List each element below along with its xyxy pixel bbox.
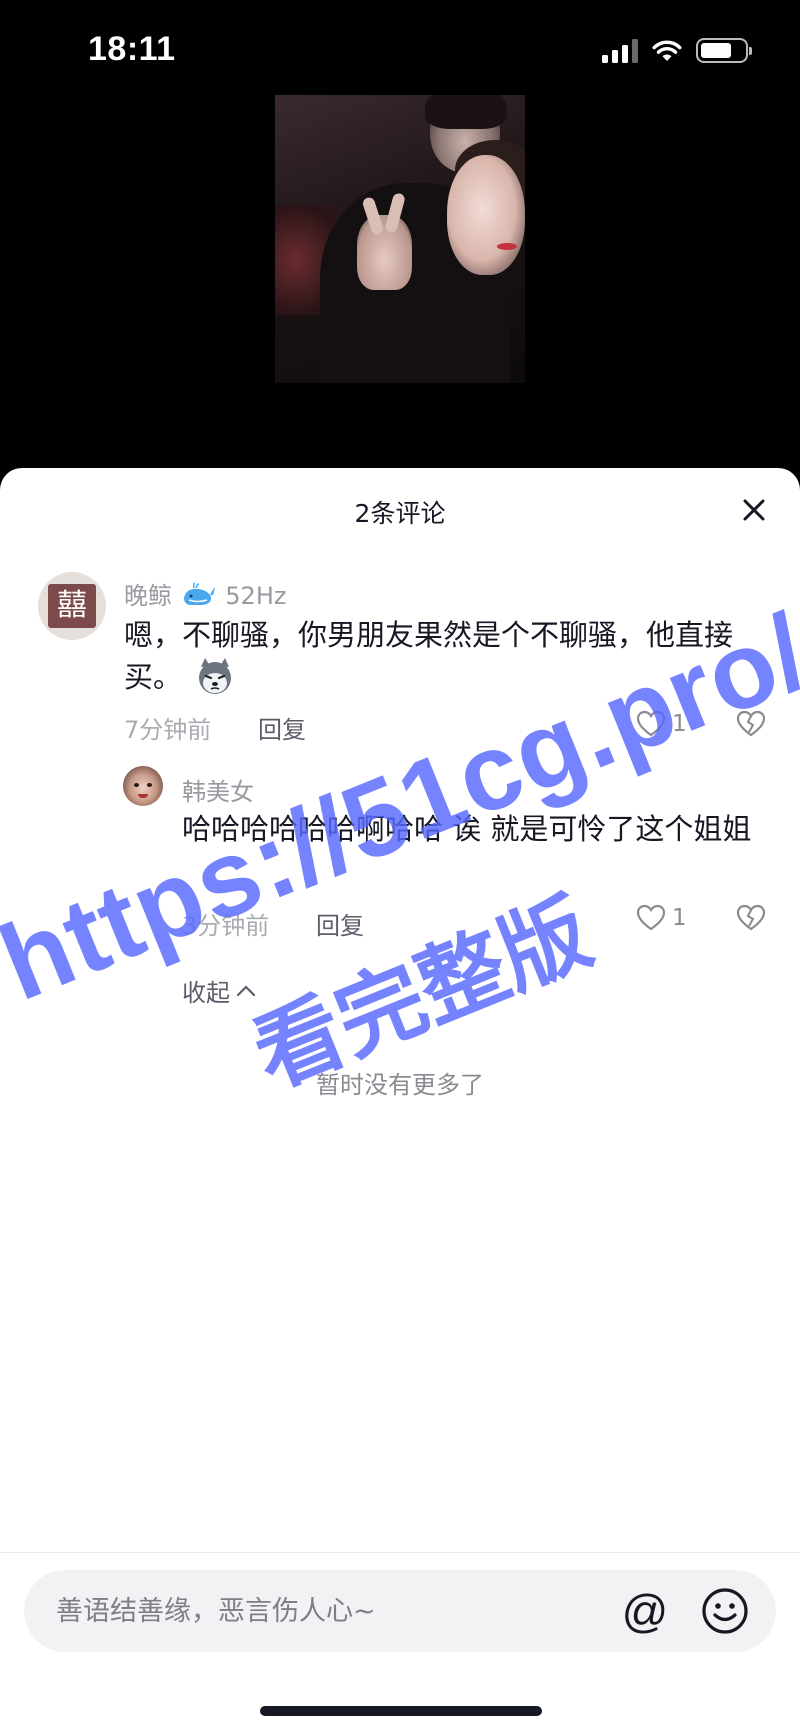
- dislike-button[interactable]: [736, 710, 766, 742]
- comment-body: 嗯，不聊骚，你男朋友果然是个不聊骚，他直接买。: [124, 618, 734, 694]
- reply-username[interactable]: 韩美女: [182, 772, 254, 807]
- like-count: 1: [672, 711, 687, 737]
- double-happiness-icon: 囍: [48, 584, 96, 628]
- no-more-comments: 暂时没有更多了: [316, 1071, 484, 1099]
- reply-button[interactable]: 回复: [316, 906, 364, 941]
- heart-icon: [636, 710, 666, 737]
- husky-emoji-icon: [199, 658, 232, 694]
- at-icon: @: [621, 1585, 669, 1637]
- like-count: 1: [672, 905, 687, 931]
- reply-button[interactable]: 回复: [258, 710, 306, 745]
- comment-input[interactable]: [56, 1570, 616, 1652]
- avatar[interactable]: 囍: [38, 572, 106, 640]
- broken-heart-icon: [736, 710, 766, 737]
- close-button[interactable]: [738, 494, 770, 526]
- close-icon: [743, 499, 765, 521]
- smiley-icon: [702, 1588, 748, 1634]
- comment-time: 7分钟前: [124, 716, 212, 744]
- collapse-replies-button[interactable]: 收起: [182, 973, 256, 1008]
- video-thumbnail: [275, 95, 525, 383]
- mention-button[interactable]: @: [620, 1586, 670, 1636]
- video-player[interactable]: [0, 0, 800, 470]
- like-button[interactable]: 1: [636, 710, 687, 738]
- comments-count-title: 2条评论: [354, 499, 446, 528]
- reply-body: 哈哈哈哈哈哈啊哈哈 诶 就是可怜了这个姐姐: [182, 812, 752, 846]
- comment-username[interactable]: 晚鲸 52Hz: [124, 576, 286, 611]
- like-button[interactable]: 1: [636, 904, 687, 932]
- comment-input-bar: @: [24, 1570, 776, 1652]
- chevron-up-icon: [236, 984, 256, 996]
- emoji-button[interactable]: [700, 1586, 750, 1636]
- avatar[interactable]: [123, 766, 163, 806]
- home-indicator[interactable]: [260, 1706, 542, 1716]
- heart-icon: [636, 904, 666, 931]
- reply-time: 3分钟前: [182, 912, 270, 940]
- broken-heart-icon: [736, 904, 766, 931]
- divider: [0, 1552, 800, 1553]
- dislike-button[interactable]: [736, 904, 766, 936]
- whale-icon: [183, 582, 215, 605]
